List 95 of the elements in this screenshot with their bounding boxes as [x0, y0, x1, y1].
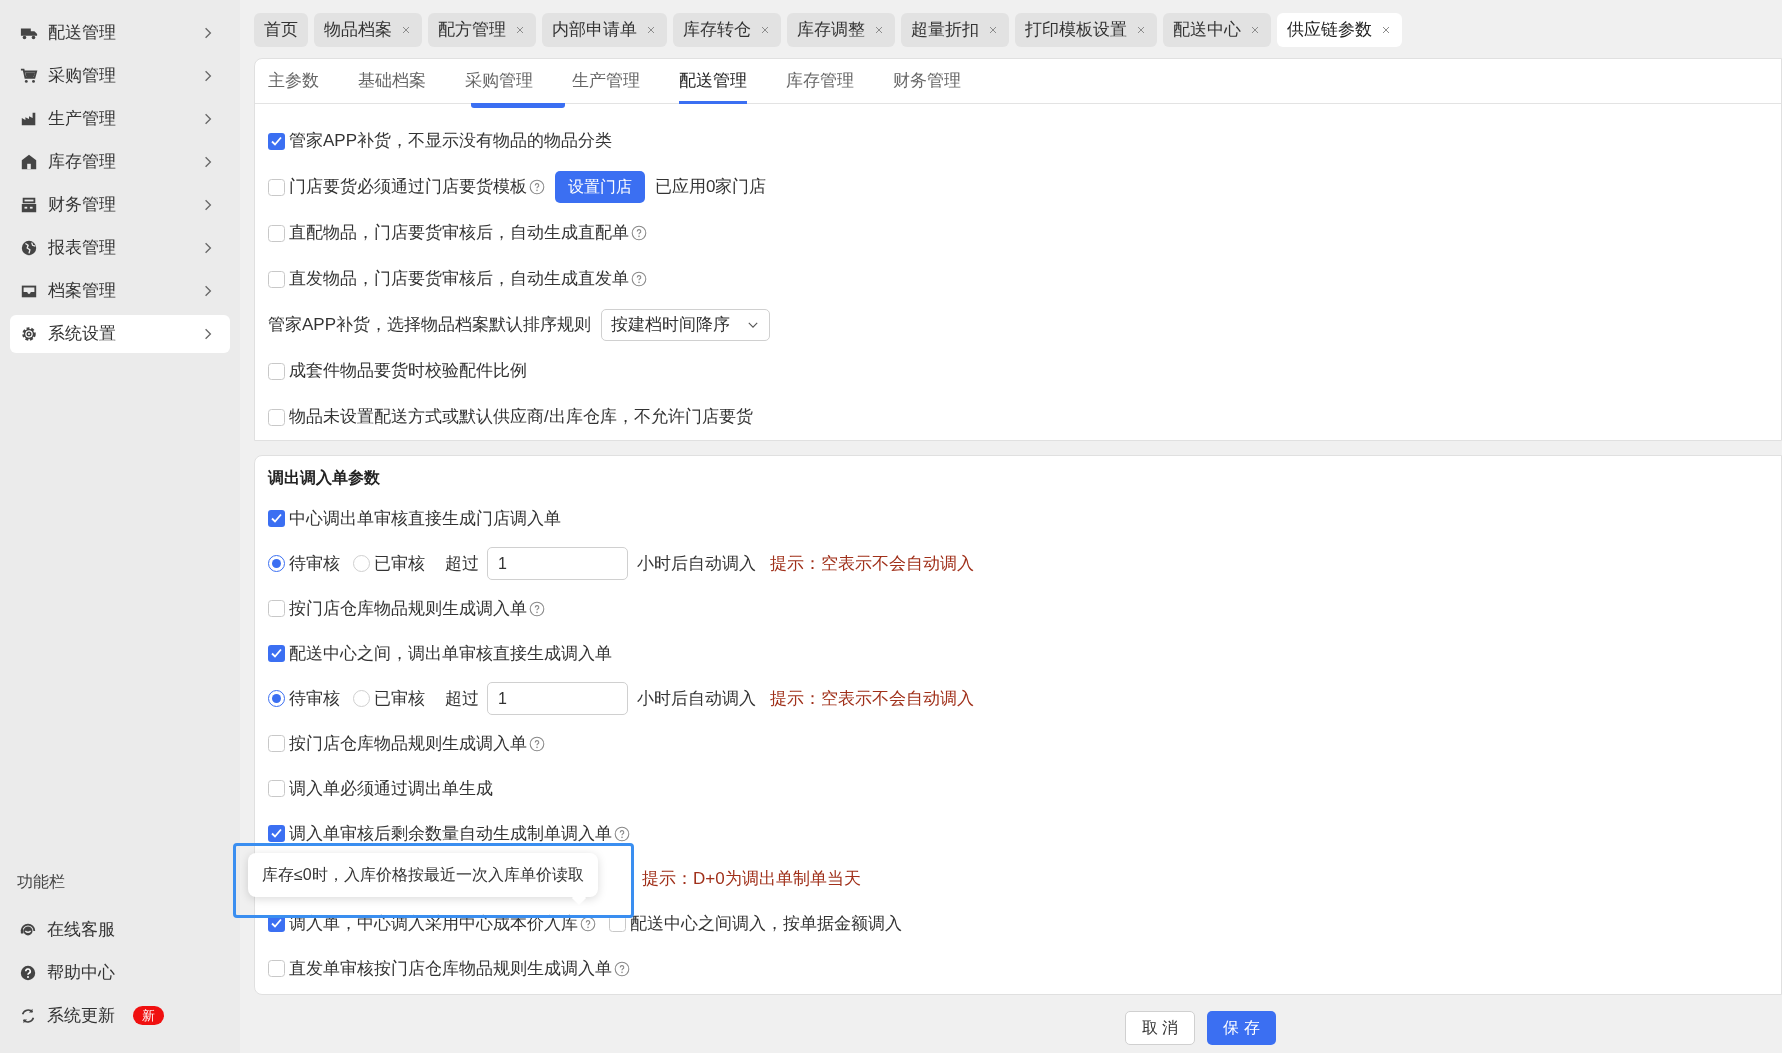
option-label: 成套件物品要货时校验配件比例 — [289, 360, 527, 383]
option-label: 配送中心之间，调出单审核直接生成调入单 — [289, 642, 612, 665]
unit-label: 小时后自动调入 — [637, 687, 756, 710]
checkbox[interactable] — [268, 645, 285, 662]
close-icon — [1249, 24, 1261, 36]
hint-text: 提示：空表示不会自动调入 — [770, 552, 974, 575]
checkbox[interactable] — [268, 780, 285, 797]
sidebar-item[interactable]: 库存管理 — [10, 143, 230, 181]
house-icon — [20, 153, 38, 171]
sidebar-item[interactable]: 报表管理 — [10, 229, 230, 267]
hint-text: 提示：空表示不会自动调入 — [770, 687, 974, 710]
cart-icon — [20, 67, 38, 85]
field-label: 超过 — [445, 687, 479, 710]
section-title: 调出调入单参数 — [268, 468, 380, 488]
tool-item[interactable]: 在线客服 — [0, 908, 115, 951]
close-icon — [400, 24, 412, 36]
tooltip: 库存≤0时，入库价格按最近一次入库单价读取 — [248, 853, 598, 897]
page-tab[interactable]: 配送中心 — [1163, 13, 1271, 47]
option-label: 直配物品，门店要货审核后，自动生成直配单 — [289, 222, 629, 245]
close-icon — [1135, 24, 1147, 36]
settings-tab[interactable]: 财务管理 — [893, 59, 961, 104]
close-icon — [873, 24, 885, 36]
close-icon — [987, 24, 999, 36]
checkbox[interactable] — [268, 600, 285, 617]
radio-label: 待审核 — [289, 552, 340, 575]
tool-item[interactable]: 帮助中心 — [0, 951, 115, 994]
close-icon — [645, 24, 657, 36]
section-title: 功能栏 — [17, 872, 65, 892]
option-label: 管家APP补货，不显示没有物品的物品分类 — [289, 130, 613, 153]
register-icon — [20, 196, 38, 214]
checkbox[interactable] — [268, 825, 285, 842]
sort-select[interactable]: 按建档时间降序 — [601, 309, 771, 341]
radio-label: 已审核 — [374, 552, 425, 575]
globe-icon — [20, 239, 38, 257]
checkbox[interactable] — [268, 510, 285, 527]
checkbox[interactable] — [268, 362, 285, 380]
sidebar-item[interactable]: 系统设置 — [10, 315, 230, 353]
page-tab[interactable]: 物品档案 — [314, 13, 422, 47]
checkbox[interactable] — [268, 408, 285, 426]
sidebar-item[interactable]: 档案管理 — [10, 272, 230, 310]
settings-tab[interactable]: 生产管理 — [572, 59, 640, 104]
option-label: 按门店仓库物品规则生成调入单 — [289, 597, 527, 620]
close-icon — [514, 24, 526, 36]
refresh-icon — [19, 1006, 37, 1025]
settings-tab[interactable]: 库存管理 — [786, 59, 854, 104]
page-tab[interactable]: 内部申请单 — [542, 13, 667, 47]
option-label: 直发物品，门店要货审核后，自动生成直发单 — [289, 268, 629, 291]
option-label: 配送中心之间调入，按单据金额调入 — [630, 912, 902, 935]
option-label: 调入单审核后剩余数量自动生成制单调入单 — [289, 822, 612, 845]
page-tab[interactable]: 库存转仓 — [673, 13, 781, 47]
hint-text: 提示：D+0为调出单制单当天 — [642, 867, 861, 890]
page-tab[interactable]: 超量折扣 — [901, 13, 1009, 47]
close-icon — [759, 24, 771, 36]
page-tab[interactable]: 配方管理 — [428, 13, 536, 47]
sidebar-item[interactable]: 生产管理 — [10, 100, 230, 138]
settings-tab[interactable]: 配送管理 — [679, 59, 747, 104]
tool-item[interactable]: 系统更新 新 — [0, 994, 164, 1037]
sidebar-item[interactable]: 采购管理 — [10, 57, 230, 95]
settings-tab[interactable]: 采购管理 — [465, 59, 533, 104]
option-label: 中心调出单审核直接生成门店调入单 — [289, 507, 561, 530]
field-label: 超过 — [445, 552, 479, 575]
option-label: 调入单必须通过调出单生成 — [289, 777, 493, 800]
factory-icon — [20, 110, 38, 128]
applied-note: 已应用0家门店 — [655, 176, 767, 199]
help-icon — [19, 963, 37, 982]
cancel-button[interactable]: 取 消 — [1125, 1011, 1196, 1045]
checkbox[interactable] — [268, 224, 285, 242]
checkbox[interactable] — [268, 132, 285, 150]
page-tab[interactable]: 首页 — [254, 13, 308, 47]
radio-label: 已审核 — [374, 687, 425, 710]
option-label: 直发单审核按门店仓库物品规则生成调入单 — [289, 957, 612, 980]
option-label: 门店要货必须通过门店要货模板 — [289, 176, 527, 199]
settings-icon — [20, 325, 38, 343]
page-tab[interactable]: 打印模板设置 — [1015, 13, 1157, 47]
option-label: 物品未设置配送方式或默认供应商/出库仓库，不允许门店要货 — [289, 406, 753, 429]
set-stores-button[interactable]: 设置门店 — [555, 171, 645, 203]
sidebar-item[interactable]: 配送管理 — [10, 14, 230, 52]
settings-tab[interactable]: 主参数 — [268, 59, 319, 104]
save-button[interactable]: 保 存 — [1207, 1011, 1276, 1045]
close-icon — [1380, 24, 1392, 36]
page-tab[interactable]: 供应链参数 — [1277, 13, 1402, 47]
option-label: 按门店仓库物品规则生成调入单 — [289, 732, 527, 755]
page-tab[interactable]: 库存调整 — [787, 13, 895, 47]
hours-input[interactable]: 1 — [487, 547, 628, 580]
checkbox[interactable] — [268, 960, 285, 977]
checkbox[interactable] — [268, 178, 285, 196]
checkbox[interactable] — [268, 270, 285, 288]
checkbox[interactable] — [268, 735, 285, 752]
new-badge: 新 — [133, 1006, 164, 1025]
settings-tab[interactable]: 基础档案 — [358, 59, 426, 104]
unit-label: 小时后自动调入 — [637, 552, 756, 575]
radio-label: 待审核 — [289, 687, 340, 710]
hours-input[interactable]: 1 — [487, 682, 628, 715]
option-label: 管家APP补货，选择物品档案默认排序规则 — [268, 314, 592, 337]
sidebar-item[interactable]: 财务管理 — [10, 186, 230, 224]
